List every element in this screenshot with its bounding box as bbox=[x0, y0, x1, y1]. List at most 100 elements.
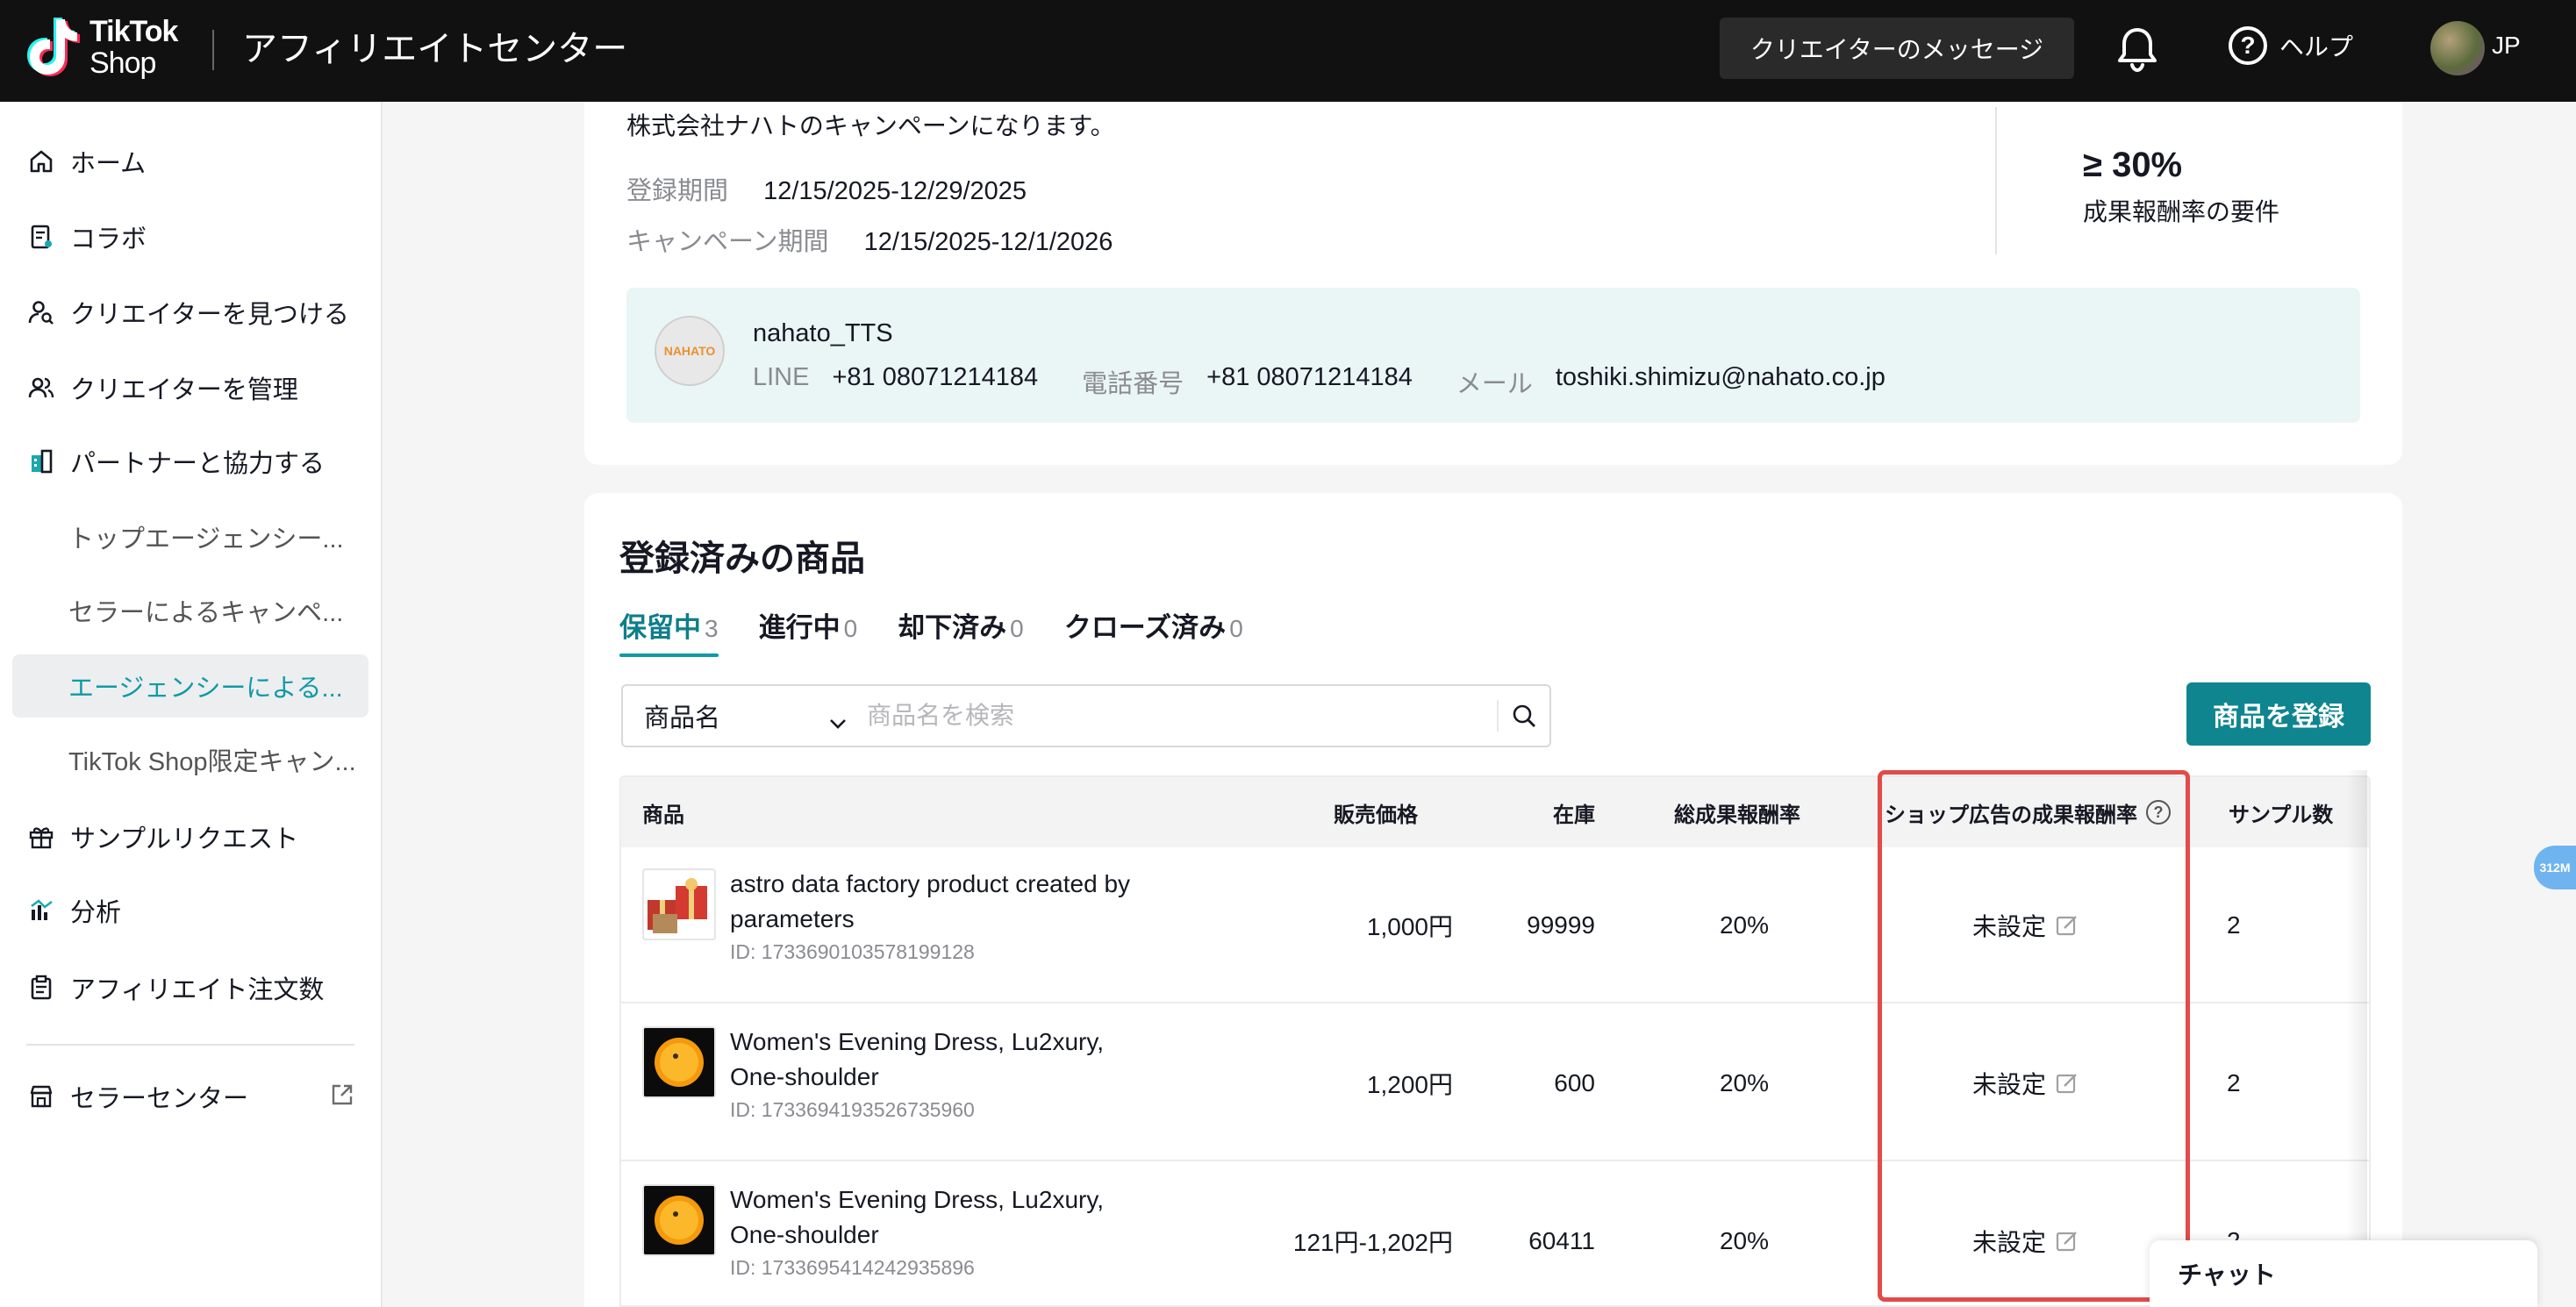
chart-icon bbox=[26, 896, 56, 925]
sidebar-subitem-tiktok-shop-exclusive[interactable]: TikTok Shop限定キャン... bbox=[12, 728, 369, 791]
bell-icon[interactable] bbox=[2116, 26, 2158, 73]
search-input[interactable] bbox=[867, 686, 1497, 746]
gift-thumbnail-icon bbox=[648, 878, 707, 933]
campaign-period-value: 12/15/2025-12/1/2026 bbox=[863, 228, 1113, 256]
edit-icon[interactable] bbox=[2055, 1229, 2079, 1253]
product-thumbnail[interactable] bbox=[642, 1184, 716, 1256]
table-header: 商品 販売価格 在庫 総成果報酬率 ショップ広告の成果報酬率 ? サンプル数 bbox=[621, 777, 2369, 847]
sidebar-item-analytics[interactable]: 分析 bbox=[12, 879, 369, 942]
sun-thumbnail-icon bbox=[644, 1028, 714, 1096]
tab-count: 0 bbox=[1229, 615, 1243, 642]
column-stock[interactable]: 在庫 bbox=[1553, 777, 1595, 847]
sidebar-subitem-agency-campaigns[interactable]: エージェンシーによる... bbox=[12, 654, 369, 718]
sidebar-subitem-seller-campaigns[interactable]: セラーによるキャンペ... bbox=[12, 579, 369, 642]
building-icon bbox=[26, 446, 56, 476]
clipboard-icon bbox=[26, 973, 56, 1003]
external-link-icon bbox=[330, 1082, 354, 1114]
commission-cell: 20% bbox=[1719, 911, 1770, 939]
tab-count: 3 bbox=[705, 615, 719, 642]
tiktok-logo-icon bbox=[25, 16, 81, 79]
creator-messages-button[interactable]: クリエイターのメッセージ bbox=[1720, 18, 2074, 79]
avatar[interactable] bbox=[2430, 21, 2485, 75]
tab-rejected[interactable]: 却下済み 0 bbox=[898, 605, 1024, 657]
sidebar-item-collab[interactable]: コラボ bbox=[12, 205, 369, 268]
search-field-select[interactable]: 商品名 bbox=[623, 686, 867, 746]
status-tabs: 保留中 3 進行中 0 却下済み 0 クローズ済み 0 bbox=[619, 605, 1284, 657]
sidebar-divider bbox=[26, 1044, 354, 1046]
mail-value: toshiki.shimizu@nahato.co.jp bbox=[1555, 363, 1885, 391]
column-total-commission[interactable]: 総成果報酬率 bbox=[1674, 777, 1800, 847]
column-product: 商品 bbox=[642, 803, 684, 827]
stock-cell: 99999 bbox=[1527, 911, 1595, 939]
sun-thumbnail-icon bbox=[644, 1186, 714, 1254]
seller-name: nahato_TTS bbox=[753, 319, 893, 347]
edit-icon[interactable] bbox=[2055, 1071, 2079, 1096]
sidebar-item-affiliate-orders[interactable]: アフィリエイト注文数 bbox=[12, 956, 369, 1019]
home-icon bbox=[26, 146, 56, 176]
registered-products-card: 登録済みの商品 保留中3 進行中0 却下済み0 クローズ済み0 商品名 商品を登… bbox=[584, 493, 2402, 1307]
ads-commission-cell: 未設定 bbox=[1885, 1163, 2167, 1305]
chevron-down-icon bbox=[828, 709, 848, 738]
ads-commission-cell: 未設定 bbox=[1885, 847, 2167, 1003]
tab-pending[interactable]: 保留中 3 bbox=[619, 605, 719, 657]
samples-cell: 2 bbox=[2227, 911, 2241, 939]
sidebar-item-manage-creators[interactable]: クリエイターを管理 bbox=[12, 356, 369, 419]
sidebar-item-label: 分析 bbox=[70, 899, 122, 927]
sidebar-item-partners[interactable]: パートナーと協力する bbox=[12, 430, 369, 493]
registration-period-label: 登録期間 bbox=[626, 177, 729, 205]
tab-label: 却下済み bbox=[898, 612, 1007, 643]
product-name[interactable]: Women's Evening Dress, Lu2xury, One-shou… bbox=[730, 1182, 1151, 1253]
logo-line-2: Shop bbox=[89, 46, 156, 80]
sidebar-item-label: コラボ bbox=[70, 225, 147, 254]
logo-text: TikTok Shop bbox=[89, 16, 178, 80]
campaign-info-card: 株式会社ナハトのキャンペーンになります。 登録期間 12/15/2025-12/… bbox=[584, 102, 2402, 465]
sidebar-item-home[interactable]: ホーム bbox=[12, 130, 369, 193]
product-name[interactable]: Women's Evening Dress, Lu2xury, One-shou… bbox=[730, 1025, 1151, 1095]
register-products-button[interactable]: 商品を登録 bbox=[2186, 682, 2371, 746]
top-header: TikTok Shop アフィリエイトセンター クリエイターのメッセージ ? ヘ… bbox=[0, 0, 2576, 102]
chat-widget[interactable]: チャット bbox=[2150, 1240, 2537, 1307]
tab-label: 進行中 bbox=[758, 612, 841, 643]
search-field-select-value: 商品名 bbox=[644, 704, 721, 732]
ads-commission-value: 未設定 bbox=[1971, 913, 2046, 940]
ads-commission-value: 未設定 bbox=[1971, 1071, 2046, 1098]
tiktok-shop-logo[interactable]: TikTok Shop bbox=[25, 16, 178, 80]
tab-in-progress[interactable]: 進行中 0 bbox=[759, 605, 858, 657]
line-label: LINE bbox=[753, 363, 810, 391]
campaign-description: 株式会社ナハトのキャンペーンになります。 bbox=[626, 112, 1115, 139]
user-search-icon bbox=[26, 297, 56, 327]
commission-cell: 20% bbox=[1719, 1227, 1770, 1254]
sidebar-subitem-top-agency[interactable]: トップエージェンシー... bbox=[12, 505, 369, 568]
sidebar-item-label: サンプルリクエスト bbox=[70, 825, 299, 853]
product-name[interactable]: astro data factory product created by pa… bbox=[730, 867, 1151, 937]
commission-cell: 20% bbox=[1719, 1069, 1770, 1096]
help-button[interactable]: ? ヘルプ bbox=[2229, 26, 2353, 65]
gift-icon bbox=[26, 822, 56, 852]
sidebar-item-seller-center[interactable]: セラーセンター bbox=[12, 1065, 369, 1128]
table-row: astro data factory product created by pa… bbox=[621, 847, 2369, 1003]
page-title: アフィリエイトセンター bbox=[242, 30, 628, 68]
product-thumbnail[interactable] bbox=[642, 1026, 716, 1098]
help-label: ヘルプ bbox=[2279, 33, 2354, 61]
campaign-period: キャンペーン期間 12/15/2025-12/1/2026 bbox=[626, 221, 1113, 258]
column-shop-ads-commission: ショップ広告の成果報酬率 ? bbox=[1885, 777, 2171, 847]
search-icon[interactable] bbox=[1497, 700, 1549, 732]
price-cell: 1,200円 bbox=[1366, 1071, 1453, 1098]
sidebar-item-sample-requests[interactable]: サンプルリクエスト bbox=[12, 805, 369, 868]
sidebar-item-find-creators[interactable]: クリエイターを見つける bbox=[12, 281, 369, 344]
product-thumbnail[interactable] bbox=[642, 868, 716, 940]
region-label[interactable]: JP bbox=[2492, 32, 2521, 60]
floating-badge[interactable]: 312M bbox=[2534, 846, 2576, 889]
table-row: Women's Evening Dress, Lu2xury, One-shou… bbox=[621, 1163, 2369, 1305]
tab-closed[interactable]: クローズ済み 0 bbox=[1064, 605, 1243, 657]
edit-icon[interactable] bbox=[2055, 913, 2079, 938]
column-shop-ads-commission-label: ショップ広告の成果報酬率 bbox=[1885, 803, 2137, 827]
column-samples: サンプル数 bbox=[2229, 803, 2334, 827]
sidebar-item-label: アフィリエイト注文数 bbox=[70, 976, 325, 1004]
header-divider bbox=[212, 30, 214, 70]
tab-label: クローズ済み bbox=[1063, 612, 1227, 643]
column-price[interactable]: 販売価格 bbox=[1334, 777, 1418, 847]
question-circle-icon[interactable]: ? bbox=[2146, 800, 2171, 825]
tab-count: 0 bbox=[843, 615, 858, 642]
document-icon bbox=[26, 222, 56, 252]
